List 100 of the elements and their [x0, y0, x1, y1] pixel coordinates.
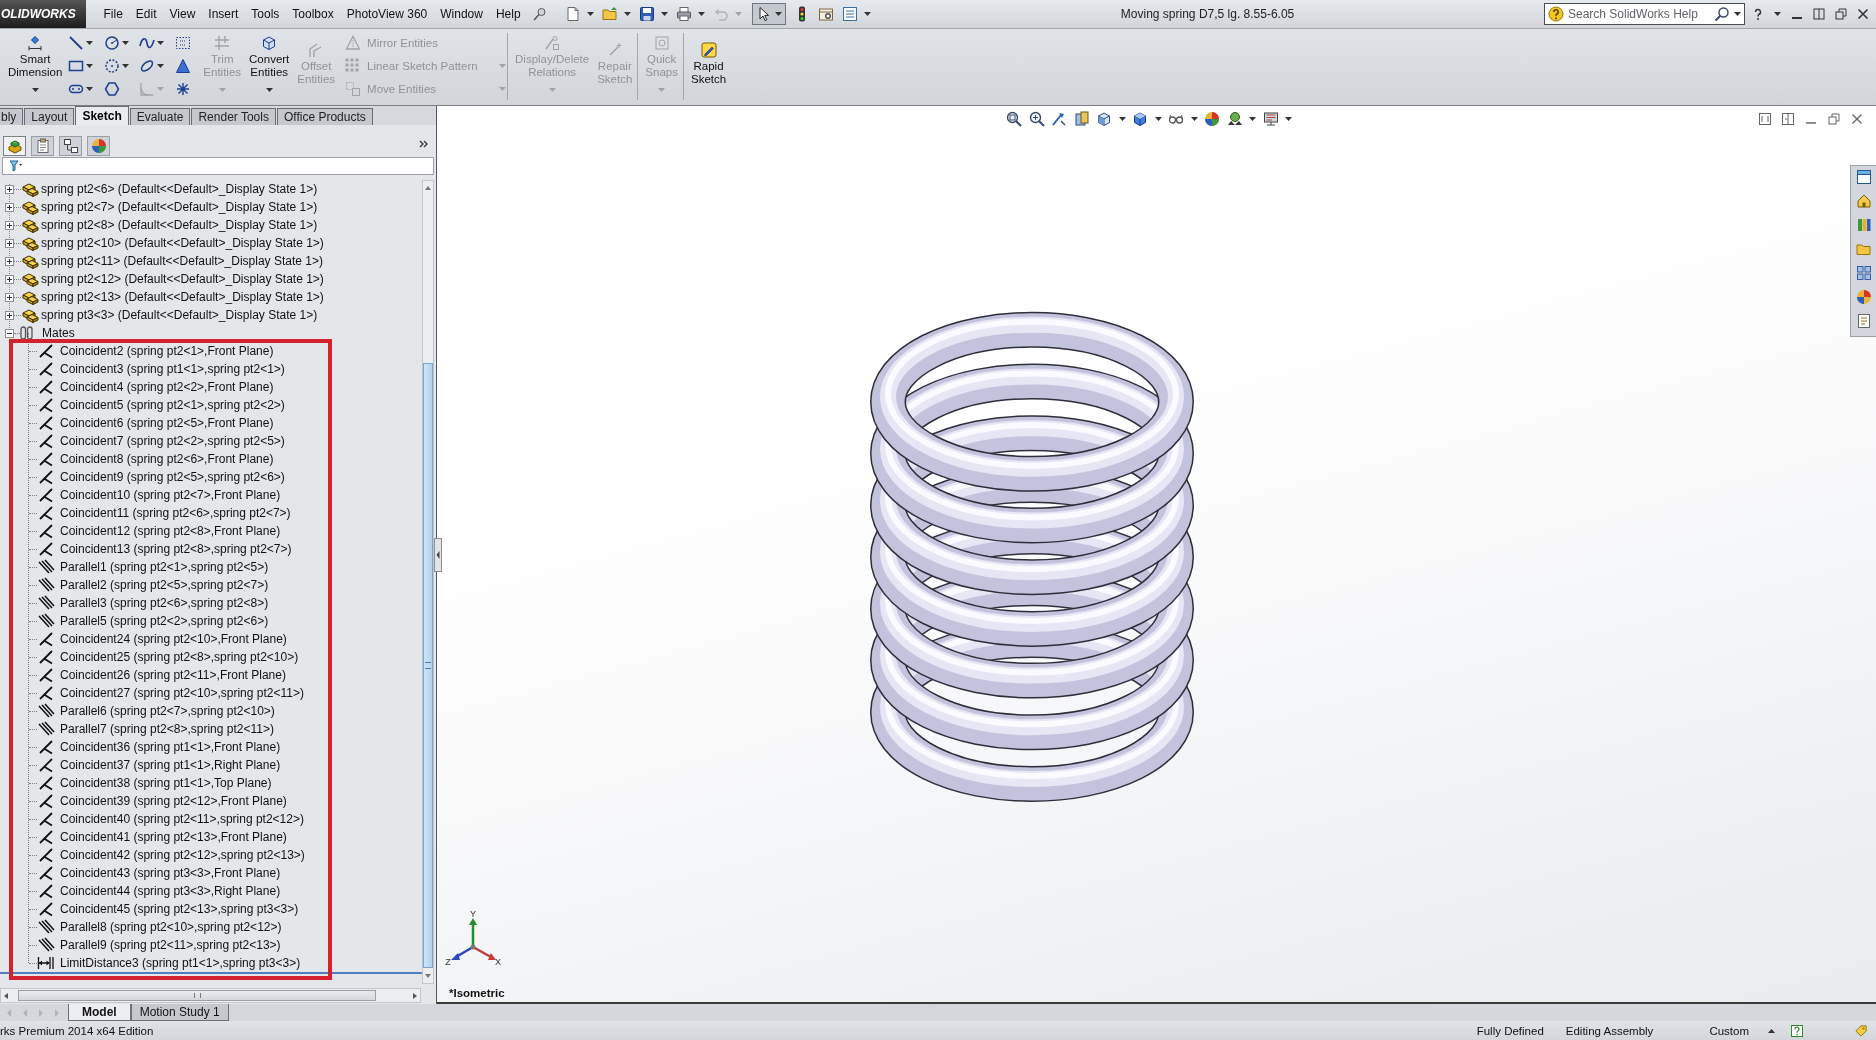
filter-icon[interactable]: [9, 160, 23, 172]
filter-field[interactable]: [2, 157, 434, 175]
expand-box-icon[interactable]: [5, 202, 14, 212]
window-gear-icon[interactable]: [818, 6, 835, 22]
tree-item[interactable]: Coincident4 (spring pt2<2>,Front Plane): [60, 380, 274, 394]
tree-item[interactable]: Parallel3 (spring pt2<6>,spring pt2<8>): [60, 596, 269, 610]
tree-item[interactable]: Parallel6 (spring pt2<7>,spring pt2<10>): [60, 704, 275, 718]
caret-icon[interactable]: [1249, 117, 1256, 121]
caret-icon[interactable]: [624, 12, 632, 16]
tab[interactable]: Model: [68, 1004, 131, 1021]
select-button[interactable]: [752, 3, 787, 25]
tree-item[interactable]: Coincident39 (spring pt2<12>,Front Plane): [60, 794, 287, 808]
expand-box-icon[interactable]: [5, 274, 14, 284]
menu-item[interactable]: Help: [489, 7, 528, 21]
tree-item[interactable]: Coincident44 (spring pt3<3>,Right Plane): [60, 884, 281, 898]
expand-box-icon[interactable]: [5, 184, 14, 194]
tab[interactable]: bly: [0, 108, 24, 125]
horizontal-scrollbar[interactable]: [0, 988, 421, 1003]
zoom-area-icon[interactable]: [1028, 111, 1045, 127]
tab[interactable]: Motion Study 1: [130, 1004, 229, 1021]
tree-item[interactable]: Coincident40 (spring pt2<11>,spring pt2<12>): [60, 812, 304, 826]
menu-item[interactable]: PhotoView 360: [340, 7, 434, 21]
tree-item[interactable]: spring pt2<6> (Default<<Default>_Display State 1>): [41, 182, 318, 196]
caret-icon[interactable]: [1768, 1028, 1775, 1033]
tree-item[interactable]: Coincident7 (spring pt2<2>,spring pt2<5>): [60, 434, 285, 448]
previous-view-icon[interactable]: [1051, 111, 1067, 127]
menu-item[interactable]: Tools: [244, 7, 286, 21]
caret-icon[interactable]: [661, 12, 669, 16]
tree-item[interactable]: LimitDistance3 (spring pt1<1>,spring pt3<3>): [60, 956, 301, 970]
collapse-box-icon[interactable]: [5, 328, 14, 338]
zoom-icon[interactable]: [1006, 111, 1022, 127]
save-icon[interactable]: [639, 6, 656, 22]
close-icon[interactable]: [1857, 8, 1869, 20]
search-field[interactable]: Search SolidWorks Help: [1544, 3, 1745, 25]
expand-box-icon[interactable]: [5, 256, 14, 266]
tree-item[interactable]: Coincident13 (spring pt2<8>,spring pt2<7>): [60, 542, 292, 556]
tree-item[interactable]: Coincident37 (spring pt1<1>,Right Plane): [60, 758, 281, 772]
tile-icon[interactable]: [1759, 113, 1771, 125]
expand-box-icon[interactable]: [5, 310, 14, 320]
tree-item[interactable]: spring pt2<8> (Default<<Default>_Display State 1>): [41, 218, 318, 232]
caret-icon[interactable]: [122, 63, 130, 68]
caret-icon[interactable]: [1118, 117, 1126, 121]
tree-item[interactable]: Coincident45 (spring pt2<13>,spring pt3<3>): [60, 902, 299, 916]
tag-icon[interactable]: [1855, 1024, 1867, 1037]
caret-icon[interactable]: [775, 12, 783, 16]
tree-item[interactable]: Mates: [42, 326, 75, 340]
caret-icon[interactable]: [1285, 117, 1292, 121]
folder-icon[interactable]: [1855, 241, 1872, 257]
tree-item[interactable]: Coincident27 (spring pt2<10>,spring pt2<11>): [60, 686, 304, 700]
tree-item[interactable]: spring pt2<7> (Default<<Default>_Display State 1>): [41, 200, 318, 214]
tree-item[interactable]: spring pt3<3> (Default<<Default>_Display State 1>): [41, 308, 318, 322]
home-icon[interactable]: [1855, 193, 1872, 209]
tree-item[interactable]: Coincident9 (spring pt2<5>,spring pt2<6>): [60, 470, 285, 484]
tile-icon[interactable]: [1782, 113, 1794, 125]
tree-item[interactable]: Parallel8 (spring pt2<10>,spring pt2<12>): [60, 920, 282, 934]
expand-box-icon[interactable]: [5, 220, 14, 230]
printer-icon[interactable]: [676, 6, 693, 22]
color-ball-icon[interactable]: [1855, 289, 1872, 305]
tree-item[interactable]: Coincident12 (spring pt2<8>,Front Plane): [60, 524, 281, 538]
command-button[interactable]: Smart Dimension: [4, 33, 67, 92]
scroll-thumb[interactable]: [423, 363, 433, 968]
section-view-icon[interactable]: [1073, 111, 1090, 127]
tab[interactable]: Evaluate: [129, 108, 191, 125]
restore-icon[interactable]: [1828, 113, 1840, 125]
expand-box-icon[interactable]: [5, 238, 14, 248]
window-icon[interactable]: [1855, 169, 1872, 185]
caret-icon[interactable]: [1774, 12, 1781, 16]
caret-icon[interactable]: [265, 88, 273, 92]
caret-icon[interactable]: [157, 63, 165, 68]
tab[interactable]: Sketch: [75, 106, 129, 125]
panel-tab[interactable]: [31, 136, 54, 156]
caret-icon[interactable]: [122, 40, 130, 45]
document-icon[interactable]: [1855, 313, 1872, 329]
tree-item[interactable]: Coincident38 (spring pt1<1>,Top Plane): [60, 776, 272, 790]
menu-item[interactable]: Window: [433, 7, 490, 21]
tree-item[interactable]: Coincident6 (spring pt2<5>,Front Plane): [60, 416, 274, 430]
tree-item[interactable]: Coincident41 (spring pt2<13>,Front Plane): [60, 830, 287, 844]
tree-item[interactable]: spring pt2<12> (Default<<Default>_Display State 1>): [41, 272, 324, 286]
restore-icon[interactable]: [1835, 8, 1847, 20]
caret-icon[interactable]: [86, 40, 94, 45]
scroll-thumb[interactable]: [18, 990, 376, 1001]
tile-icon[interactable]: [1813, 8, 1825, 20]
tab[interactable]: Render Tools: [191, 108, 276, 125]
tree-item[interactable]: Coincident42 (spring pt2<12>,spring pt2<13>): [60, 848, 305, 862]
menu-item[interactable]: Toolbox: [285, 7, 341, 21]
caret-icon[interactable]: [698, 12, 706, 16]
menu-item[interactable]: File: [97, 7, 130, 21]
tree-item[interactable]: Coincident10 (spring pt2<7>,Front Plane): [60, 488, 281, 502]
close-icon[interactable]: [1851, 113, 1863, 125]
tiles-icon[interactable]: [1855, 265, 1872, 281]
pin-icon[interactable]: [532, 6, 549, 22]
tab[interactable]: Layout: [24, 108, 75, 125]
tree-item[interactable]: Coincident5 (spring pt2<1>,spring pt2<2>): [60, 398, 285, 412]
tree-item[interactable]: Coincident8 (spring pt2<6>,Front Plane): [60, 452, 274, 466]
color-ball-icon[interactable]: [1204, 111, 1220, 127]
caret-icon[interactable]: [86, 86, 94, 91]
tree-item[interactable]: Parallel9 (spring pt2<11>,spring pt2<13>): [60, 938, 281, 952]
library-icon[interactable]: [1855, 217, 1872, 233]
vertical-scrollbar[interactable]: [422, 180, 434, 984]
tree-item[interactable]: Coincident26 (spring pt2<11>,Front Plane): [60, 668, 286, 682]
